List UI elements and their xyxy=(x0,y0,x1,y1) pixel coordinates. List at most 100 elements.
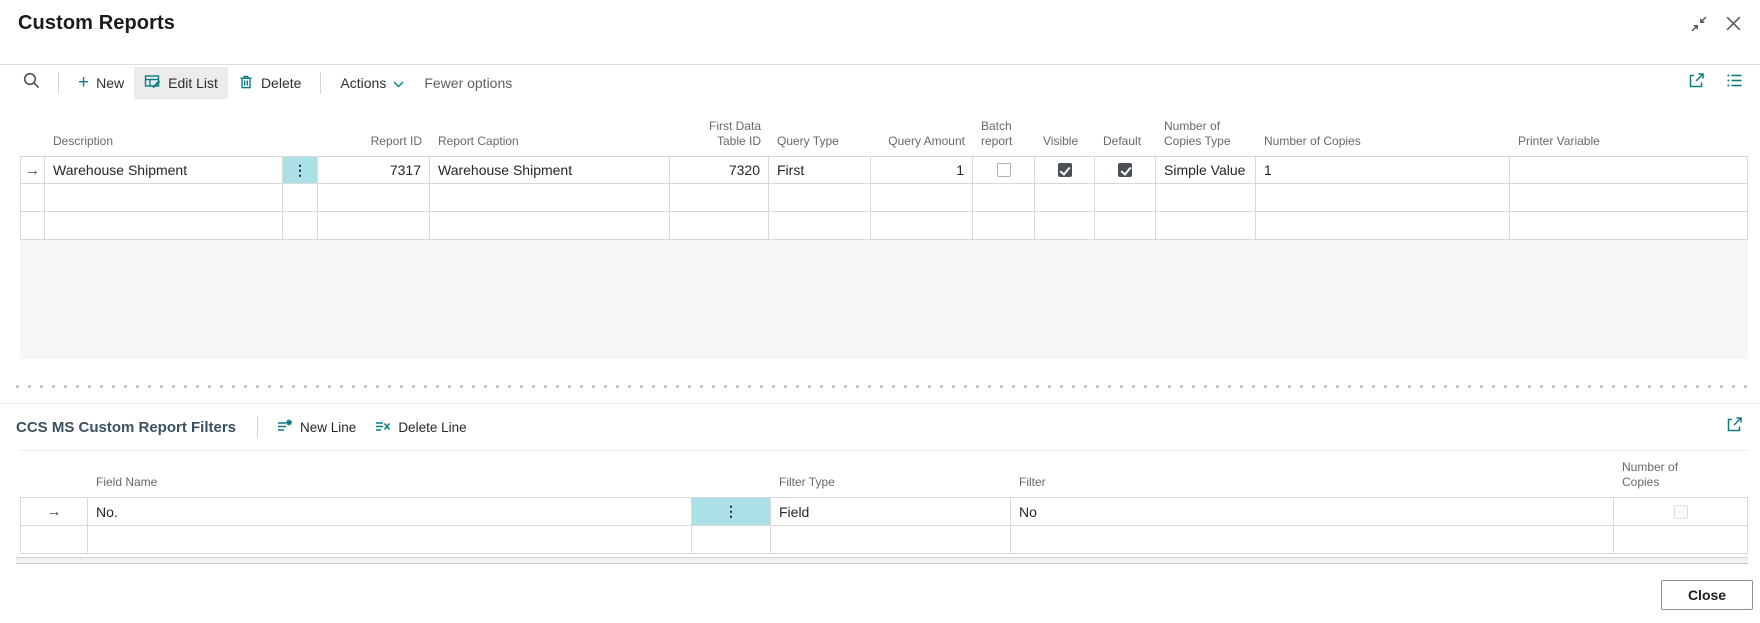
share-icon[interactable] xyxy=(1687,71,1706,95)
header-description[interactable]: Description xyxy=(45,134,283,156)
empty-cell[interactable] xyxy=(973,184,1035,211)
empty-cell[interactable] xyxy=(1256,184,1510,211)
new-button[interactable]: + New xyxy=(68,69,134,97)
query-amount-cell[interactable]: 1 xyxy=(871,157,973,183)
header-number-of-copies[interactable]: Number of Copies xyxy=(1256,134,1510,156)
empty-cell[interactable] xyxy=(318,212,430,239)
number-of-copies-cell[interactable]: 1 xyxy=(1256,157,1510,183)
search-button[interactable] xyxy=(16,65,49,101)
header-field-name[interactable]: Field Name xyxy=(88,475,692,497)
chevron-down-icon xyxy=(393,75,404,91)
close-button[interactable]: Close xyxy=(1661,580,1753,610)
empty-cell[interactable] xyxy=(871,184,973,211)
share-icon[interactable] xyxy=(1725,415,1744,439)
first-data-table-id-cell[interactable]: 7320 xyxy=(670,157,769,183)
empty-cell[interactable] xyxy=(430,212,670,239)
query-type-cell[interactable]: First xyxy=(769,157,871,183)
printer-variable-cell[interactable] xyxy=(1510,157,1748,183)
close-icon[interactable] xyxy=(1724,14,1743,38)
header-number-of-copies-type[interactable]: Number of Copies Type xyxy=(1156,119,1256,156)
empty-cell[interactable] xyxy=(283,184,318,211)
row-more-options-cell[interactable]: ⋮ xyxy=(692,498,771,525)
empty-cell[interactable] xyxy=(283,212,318,239)
empty-cell[interactable] xyxy=(45,184,283,211)
filter-cell[interactable]: No xyxy=(1011,498,1614,525)
visible-checkbox[interactable] xyxy=(1058,163,1072,177)
empty-cell[interactable] xyxy=(771,526,1011,553)
fewer-options-button[interactable]: Fewer options xyxy=(414,69,522,97)
batch-report-checkbox[interactable] xyxy=(997,163,1011,177)
search-icon xyxy=(22,71,41,95)
empty-cell[interactable] xyxy=(20,212,45,239)
empty-cell[interactable] xyxy=(430,184,670,211)
delete-line-button[interactable]: Delete Line xyxy=(365,412,475,443)
page-title: Custom Reports xyxy=(18,12,175,35)
empty-cell[interactable] xyxy=(1011,526,1614,553)
description-cell[interactable]: Warehouse Shipment xyxy=(45,157,283,183)
empty-cell[interactable] xyxy=(1510,212,1748,239)
empty-cell[interactable] xyxy=(1156,212,1256,239)
collapse-icon[interactable] xyxy=(1690,15,1708,38)
new-line-label: New Line xyxy=(300,420,356,435)
empty-cell[interactable] xyxy=(1614,526,1748,553)
header-number-of-copies[interactable]: Number of Copies xyxy=(1614,460,1748,497)
filter-type-cell[interactable]: Field xyxy=(771,498,1011,525)
header-filter-type[interactable]: Filter Type xyxy=(771,475,1011,497)
row-arrow-icon: → xyxy=(25,162,40,179)
empty-cell[interactable] xyxy=(769,212,871,239)
row-selector-cell[interactable]: → xyxy=(20,157,45,183)
header-selector xyxy=(20,490,88,497)
empty-cell[interactable] xyxy=(1035,212,1095,239)
header-report-id[interactable]: Report ID xyxy=(318,134,430,156)
action-bar: + New Edit List Delete xyxy=(0,64,1760,101)
delete-line-icon xyxy=(374,418,391,437)
empty-cell[interactable] xyxy=(318,184,430,211)
empty-cell[interactable] xyxy=(20,526,88,553)
header-default[interactable]: Default xyxy=(1095,134,1156,156)
horizontal-scrollbar[interactable] xyxy=(16,557,1748,564)
new-line-button[interactable]: New Line xyxy=(267,412,365,443)
new-button-label: New xyxy=(96,75,124,91)
row-more-options-cell[interactable]: ⋮ xyxy=(283,157,318,183)
field-name-cell[interactable]: No. xyxy=(88,498,692,525)
edit-list-button[interactable]: Edit List xyxy=(134,67,228,99)
empty-cell[interactable] xyxy=(692,526,771,553)
empty-cell[interactable] xyxy=(670,184,769,211)
report-caption-cell[interactable]: Warehouse Shipment xyxy=(430,157,670,183)
header-selector xyxy=(20,149,45,156)
empty-cell[interactable] xyxy=(670,212,769,239)
empty-cell[interactable] xyxy=(1510,184,1748,211)
empty-cell[interactable] xyxy=(45,212,283,239)
filters-row: → No. ⋮ Field No xyxy=(20,497,1748,526)
report-id-cell[interactable]: 7317 xyxy=(318,157,430,183)
toolbar-divider xyxy=(320,72,321,94)
number-of-copies-header-label: Number of Copies xyxy=(1622,460,1689,489)
header-first-data-table-id[interactable]: First Data Table ID xyxy=(670,119,769,156)
empty-cell[interactable] xyxy=(88,526,692,553)
header-batch-report[interactable]: Batch report xyxy=(973,119,1035,156)
header-filter[interactable]: Filter xyxy=(1011,475,1614,497)
default-checkbox[interactable] xyxy=(1118,163,1132,177)
header-printer-variable[interactable]: Printer Variable xyxy=(1510,134,1748,156)
empty-cell[interactable] xyxy=(871,212,973,239)
header-visible[interactable]: Visible xyxy=(1035,134,1095,156)
empty-cell[interactable] xyxy=(20,184,45,211)
empty-cell[interactable] xyxy=(1156,184,1256,211)
header-report-caption[interactable]: Report Caption xyxy=(430,134,670,156)
edit-list-icon xyxy=(144,73,161,93)
header-query-amount[interactable]: Query Amount xyxy=(871,134,973,156)
empty-cell[interactable] xyxy=(973,212,1035,239)
delete-button[interactable]: Delete xyxy=(228,68,311,99)
empty-cell[interactable] xyxy=(769,184,871,211)
empty-cell[interactable] xyxy=(1095,184,1156,211)
empty-cell[interactable] xyxy=(1095,212,1156,239)
empty-cell[interactable] xyxy=(1256,212,1510,239)
actions-menu-button[interactable]: Actions xyxy=(330,69,414,97)
list-view-icon[interactable] xyxy=(1725,71,1744,95)
empty-cell[interactable] xyxy=(1035,184,1095,211)
row-selector-cell[interactable]: → xyxy=(20,498,88,525)
number-of-copies-cell xyxy=(1614,498,1748,525)
number-of-copies-type-cell[interactable]: Simple Value xyxy=(1156,157,1256,183)
header-query-type[interactable]: Query Type xyxy=(769,134,871,156)
actions-label: Actions xyxy=(340,75,386,91)
